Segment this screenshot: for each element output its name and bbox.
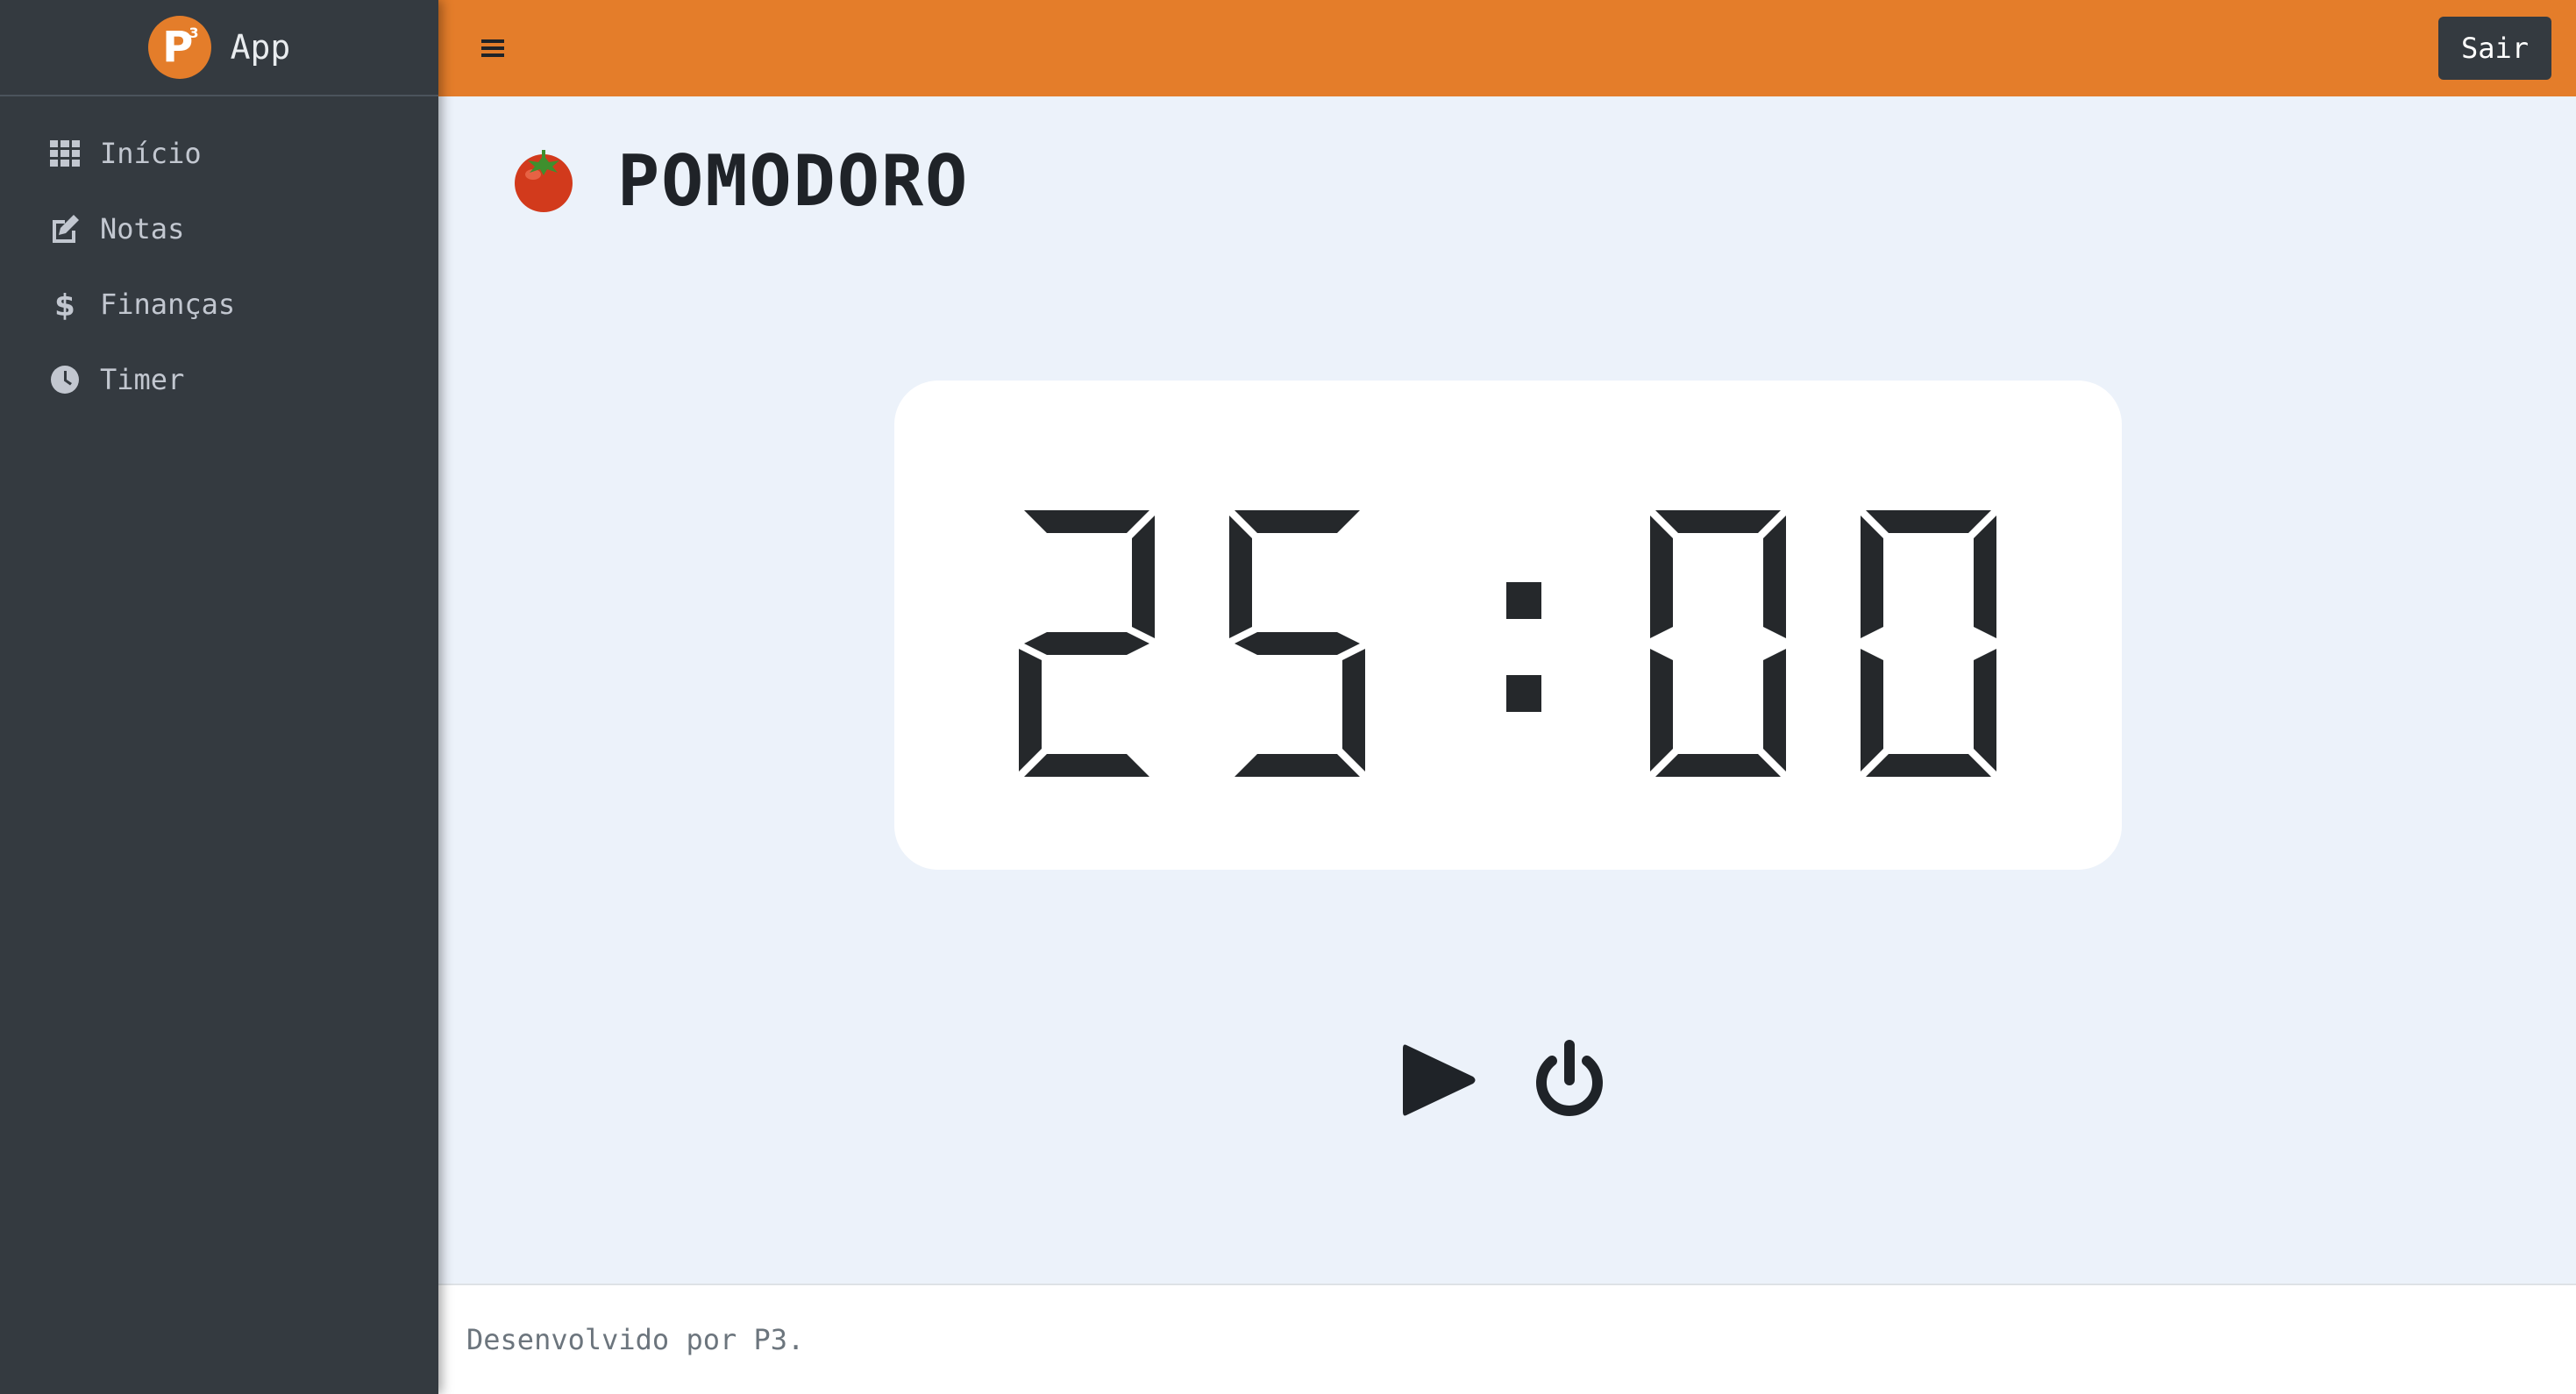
timer-controls <box>1394 1036 1613 1124</box>
clock-digit-segment <box>1235 632 1360 655</box>
brand-name: App <box>230 28 291 67</box>
sidebar-item-label: Timer <box>100 363 185 396</box>
clock-digit-segment <box>1235 754 1360 777</box>
play-icon[interactable] <box>1394 1036 1482 1124</box>
sidebar-item-label: Início <box>100 137 202 170</box>
power-icon[interactable] <box>1526 1036 1613 1124</box>
sidebar-item-label: Finanças <box>100 288 236 321</box>
sidebar-item-financas[interactable]: $ Finanças <box>0 267 438 342</box>
clock-digit-segment <box>1024 754 1149 777</box>
clock-digit-segment <box>1235 510 1360 533</box>
clock-digit-segment <box>1974 649 1996 772</box>
sidebar: P 3 App Início Notas $ Finanças Timer <box>0 0 438 1394</box>
clock-digit-segment <box>1024 510 1149 533</box>
clock-digit-segment <box>1763 649 1786 772</box>
clock-digit-segment <box>1655 510 1781 533</box>
clock-digit-segment <box>1866 510 1991 533</box>
seven-segment-clock <box>1019 510 1996 777</box>
timer-display: 25:00 <box>894 381 2122 870</box>
brand[interactable]: P 3 App <box>0 0 438 96</box>
clock-digit-segment <box>1229 516 1252 638</box>
footer: Desenvolvido por P3. <box>438 1284 2576 1394</box>
grid-icon <box>47 136 82 171</box>
sidebar-nav: Início Notas $ Finanças Timer <box>0 96 438 417</box>
page-header: POMODORO <box>509 140 969 222</box>
clock-digit-segment <box>1974 516 1996 638</box>
clock-digit-segment <box>1861 516 1883 638</box>
clock-icon <box>47 362 82 397</box>
sidebar-item-notas[interactable]: Notas <box>0 191 438 267</box>
clock-digit-segment <box>1342 649 1365 772</box>
logout-button[interactable]: Sair <box>2437 17 2551 80</box>
sidebar-item-inicio[interactable]: Início <box>0 116 438 191</box>
clock-colon-dot <box>1506 675 1541 712</box>
brand-logo: P 3 <box>147 16 211 79</box>
topbar: Sair <box>438 0 2576 96</box>
clock-digit-segment <box>1861 649 1883 772</box>
svg-text:$: $ <box>54 288 75 320</box>
edit-icon <box>47 211 82 246</box>
clock-digit-segment <box>1866 754 1991 777</box>
clock-digit-segment <box>1650 649 1673 772</box>
clock-digit-segment <box>1650 516 1673 638</box>
clock-colon-dot <box>1506 582 1541 619</box>
main-content: POMODORO 25:00 <box>438 96 2576 1284</box>
page-title: POMODORO <box>617 140 970 222</box>
clock-digit-segment <box>1024 632 1149 655</box>
brand-logo-superscript: 3 <box>189 25 199 41</box>
clock-digit-segment <box>1763 516 1786 638</box>
hamburger-icon[interactable] <box>477 32 509 64</box>
sidebar-item-label: Notas <box>100 212 185 245</box>
footer-text: Desenvolvido por P3. <box>466 1323 805 1356</box>
clock-digit-segment <box>1132 516 1155 638</box>
sidebar-item-timer[interactable]: Timer <box>0 342 438 417</box>
clock-digit-segment <box>1655 754 1781 777</box>
dollar-icon: $ <box>47 287 82 322</box>
clock-digit-segment <box>1019 649 1042 772</box>
tomato-icon <box>509 145 579 218</box>
